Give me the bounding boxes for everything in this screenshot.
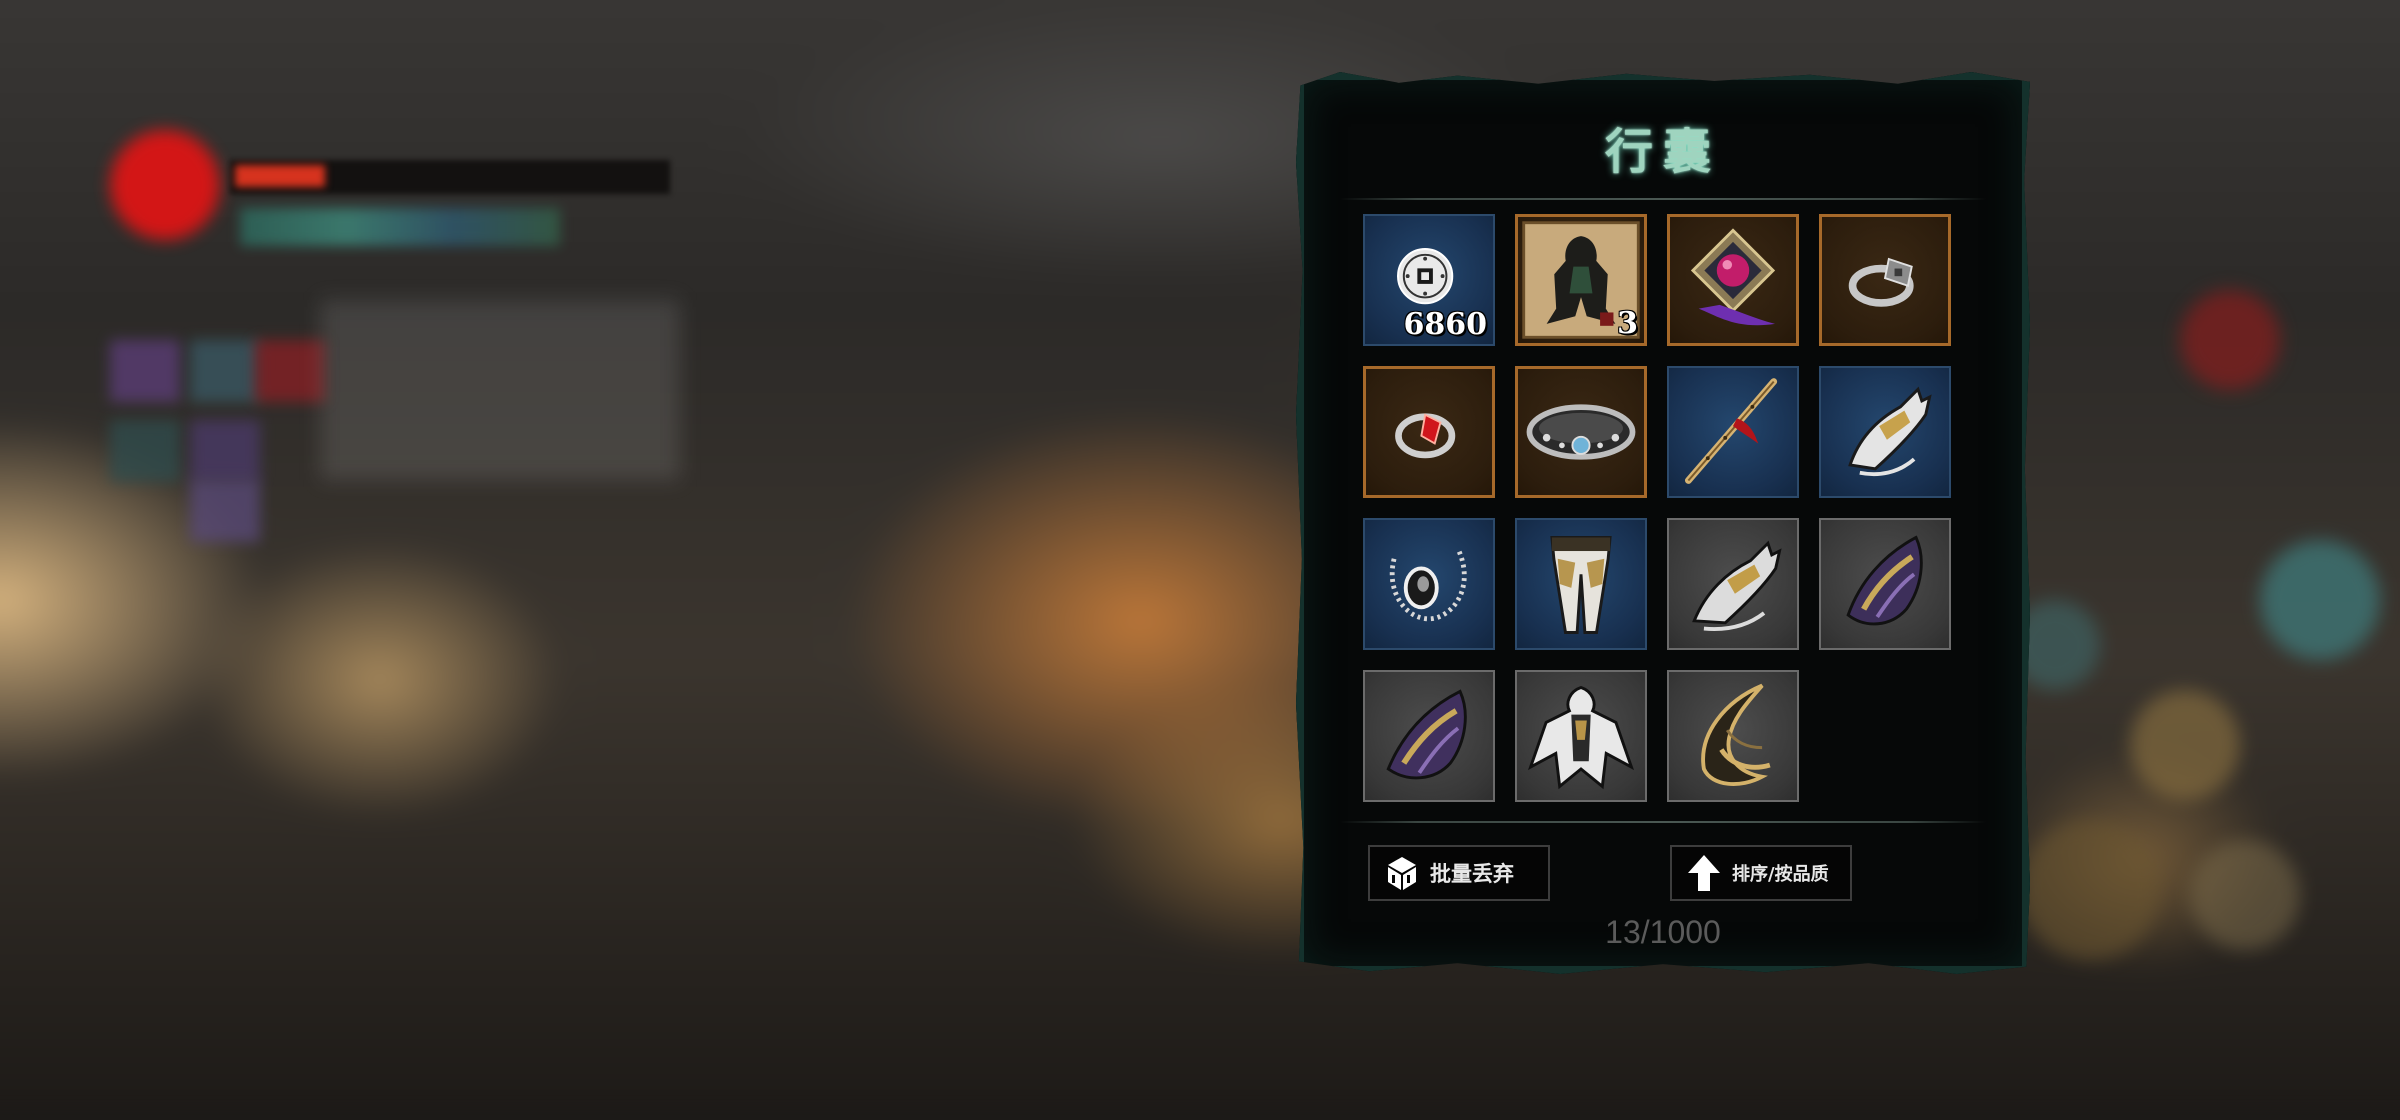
health-bar-fill <box>235 165 325 187</box>
item-count: 6860 <box>1403 307 1488 342</box>
bracer-icon <box>1846 535 1923 626</box>
player-health-orb <box>110 130 220 240</box>
inventory-slot-studded-belt[interactable] <box>1515 366 1647 498</box>
skill-slot <box>190 340 260 402</box>
inventory-title: 行囊 <box>1604 124 1721 180</box>
inventory-slot-feathered-robe[interactable] <box>1515 670 1647 802</box>
skill-button <box>2190 840 2300 950</box>
inventory-slot-purple-bracer[interactable] <box>1363 670 1495 802</box>
ring-icon <box>1848 257 1914 307</box>
inventory-panel: 行囊 6860 3 批量丢弃 排序/按品质 13/1000 <box>1296 72 2030 974</box>
arrow-up-icon <box>1688 855 1720 891</box>
bracer-icon <box>1386 689 1467 780</box>
skill-slot <box>255 340 325 402</box>
gauntlet-icon <box>1848 386 1932 477</box>
buff-bar <box>240 208 560 246</box>
inventory-grid: 6860 3 <box>1363 214 1957 814</box>
sort-label: 排序/按品质 <box>1732 864 1829 885</box>
skill-button <box>2130 690 2240 800</box>
inventory-slot-horn-blade[interactable] <box>1667 670 1799 802</box>
robe-icon <box>1527 685 1635 790</box>
leggings-icon <box>1550 536 1612 634</box>
discard-box-icon <box>1388 857 1416 890</box>
inventory-capacity: 13/1000 <box>1605 914 1721 950</box>
amulet-icon <box>1690 228 1776 326</box>
inventory-slot-bead-necklace[interactable] <box>1363 518 1495 650</box>
item-count: 3 <box>1617 306 1638 341</box>
inventory-slot-cloak-scroll[interactable]: 3 <box>1515 214 1647 346</box>
inventory-slot-clawed-gauntlet[interactable] <box>1819 366 1951 498</box>
necklace-icon <box>1389 548 1467 622</box>
inventory-slot-red-tassel-flute[interactable] <box>1667 366 1799 498</box>
skill-slot <box>110 340 180 402</box>
skill-button <box>2260 540 2380 660</box>
sort-by-quality-button[interactable]: 排序/按品质 <box>1670 845 1852 901</box>
batch-discard-button[interactable]: 批量丢弃 <box>1368 845 1550 901</box>
footer-divider <box>1340 821 1986 823</box>
inventory-slot-purple-bracer[interactable] <box>1819 518 1951 650</box>
belt-icon <box>1526 404 1636 460</box>
inventory-slot-clawed-gauntlet[interactable] <box>1667 518 1799 650</box>
skill-slot <box>110 420 180 482</box>
background-panel <box>320 300 680 480</box>
inventory-slot-silver-ring[interactable] <box>1819 214 1951 346</box>
ruby-ring-icon <box>1395 413 1456 459</box>
enemy-marker <box>2180 290 2280 390</box>
title-divider <box>1340 198 1986 200</box>
skill-slot <box>190 420 260 482</box>
skill-button <box>2020 820 2160 960</box>
inventory-slot-copper-coin[interactable]: 6860 <box>1363 214 1495 346</box>
inventory-slot-armored-leggings[interactable] <box>1515 518 1647 650</box>
horn-blade-icon <box>1701 683 1771 786</box>
inventory-slot-amethyst-amulet[interactable] <box>1667 214 1799 346</box>
batch-discard-label: 批量丢弃 <box>1430 861 1514 886</box>
gauntlet-icon <box>1692 540 1782 631</box>
flute-icon <box>1685 378 1778 484</box>
skill-slot <box>190 480 260 542</box>
inventory-slot-ruby-ring[interactable] <box>1363 366 1495 498</box>
